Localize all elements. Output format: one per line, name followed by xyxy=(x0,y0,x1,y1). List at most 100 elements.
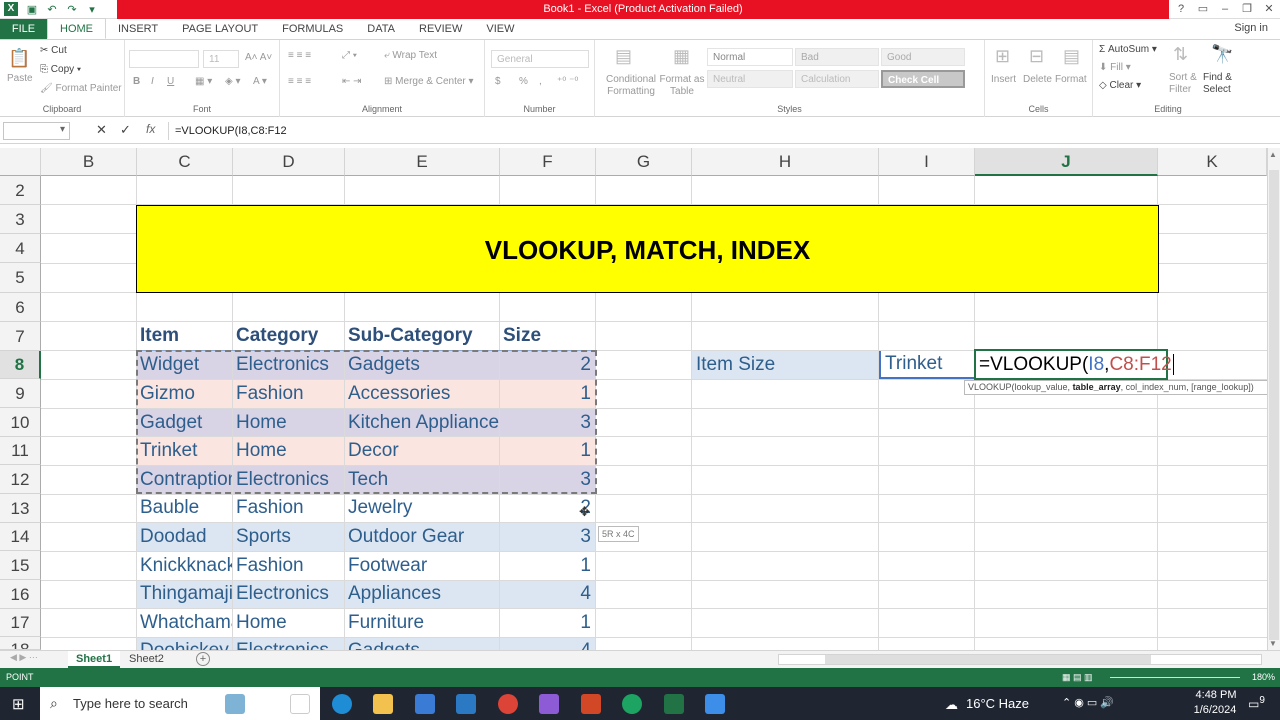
row-header-10[interactable]: 10 xyxy=(0,408,41,437)
scroll-down-icon[interactable]: ▼ xyxy=(1269,639,1277,648)
underline-button[interactable]: U xyxy=(167,76,174,87)
table-cell[interactable]: Electronics xyxy=(232,637,344,650)
row-header-11[interactable]: 11 xyxy=(0,437,41,465)
percent-button[interactable]: % xyxy=(519,76,528,87)
find-select-icon[interactable]: 🔭 xyxy=(1211,44,1233,65)
fill-button[interactable]: ⬇ Fill ▾ xyxy=(1099,62,1131,73)
new-sheet-icon[interactable]: + xyxy=(196,652,210,666)
redo-icon[interactable]: ↷ xyxy=(62,3,82,16)
vertical-scrollbar[interactable]: ▲ ▼ xyxy=(1267,148,1280,650)
insert-cells-button[interactable]: Insert xyxy=(991,74,1016,85)
table-cell[interactable]: Home xyxy=(232,609,344,637)
scroll-up-icon[interactable]: ▲ xyxy=(1269,150,1277,159)
tab-insert[interactable]: INSERT xyxy=(106,19,170,39)
file-explorer-icon[interactable] xyxy=(373,694,393,714)
row-header-6[interactable]: 6 xyxy=(0,293,41,322)
column-header-e[interactable]: E xyxy=(345,148,500,176)
store-icon[interactable] xyxy=(415,694,435,714)
row-header-15[interactable]: 15 xyxy=(0,551,41,580)
task-view-icon[interactable] xyxy=(290,694,310,714)
row-header-9[interactable]: 9 xyxy=(0,379,41,408)
paste-icon[interactable]: 📋 xyxy=(8,48,30,69)
header-category[interactable]: Category xyxy=(232,322,344,350)
formula-input[interactable]: =VLOOKUP(I8,C8:F12 xyxy=(168,122,1276,140)
row-header-13[interactable]: 13 xyxy=(0,494,41,523)
comma-button[interactable]: , xyxy=(539,76,542,87)
notification-icon[interactable]: ▭9 xyxy=(1248,695,1265,711)
font-name-select[interactable] xyxy=(129,50,199,68)
column-header-b[interactable]: B xyxy=(41,148,137,176)
weather-text[interactable]: 16°C Haze xyxy=(966,696,1029,711)
style-normal[interactable]: Normal xyxy=(707,48,793,66)
style-calculation[interactable]: Calculation xyxy=(795,70,879,88)
clock-time[interactable]: 4:48 PM xyxy=(1191,689,1241,701)
conditional-formatting-icon[interactable]: ▤ xyxy=(615,46,632,67)
undo-icon[interactable]: ↶ xyxy=(42,3,62,16)
sheet-nav-icon[interactable]: ◀ ▶ ⋯ xyxy=(10,652,38,663)
table-cell[interactable]: Doohickey xyxy=(136,637,232,650)
wrap-text-button[interactable]: ⤶ Wrap Text xyxy=(384,50,437,61)
format-cells-button[interactable]: Format xyxy=(1055,74,1087,85)
horizontal-scrollbar[interactable] xyxy=(778,654,1262,665)
align-left-icon[interactable]: ≡ ≡ ≡ xyxy=(288,76,311,87)
table-cell[interactable]: Whatchamacallit xyxy=(136,609,232,637)
column-header-i[interactable]: I xyxy=(879,148,975,176)
column-header-k[interactable]: K xyxy=(1158,148,1267,176)
sign-in-link[interactable]: Sign in xyxy=(1234,22,1268,34)
decimal-icon[interactable]: ⁺⁰ ⁻⁰ xyxy=(557,76,578,87)
delete-cells-button[interactable]: Delete xyxy=(1023,74,1052,85)
row-header-5[interactable]: 5 xyxy=(0,263,41,293)
excel-taskbar-icon[interactable] xyxy=(664,694,684,714)
copy-button[interactable]: ⎘ Copy ▾ xyxy=(40,64,81,75)
table-cell[interactable]: Furniture xyxy=(344,609,499,637)
powerpoint-icon[interactable] xyxy=(581,694,601,714)
row-header-18[interactable]: 18 xyxy=(0,637,41,650)
view-normal-icon[interactable]: ▦ ▤ ▥ xyxy=(1062,668,1093,687)
table-cell[interactable]: Gadgets xyxy=(344,637,499,650)
style-check-cell[interactable]: Check Cell xyxy=(881,70,965,88)
paste-button[interactable]: Paste xyxy=(7,73,33,84)
orientation-icon[interactable]: ⤢ ▾ xyxy=(342,50,357,61)
column-header-f[interactable]: F xyxy=(500,148,596,176)
table-cell[interactable]: Thingamajig xyxy=(136,580,232,608)
table-cell[interactable]: 4 xyxy=(499,637,595,650)
font-color-icon[interactable]: A ▾ xyxy=(253,76,267,87)
cut-button[interactable]: ✂ Cut xyxy=(40,45,67,56)
help-icon[interactable]: ? xyxy=(1170,0,1192,19)
header-sub-category[interactable]: Sub-Category xyxy=(344,322,499,350)
borders-icon[interactable]: ▦ ▾ xyxy=(195,76,212,87)
table-cell[interactable]: Footwear xyxy=(344,552,499,580)
table-cell[interactable]: Electronics xyxy=(232,580,344,608)
minimize-icon[interactable]: – xyxy=(1214,0,1236,19)
find-select-button[interactable]: Find & Select xyxy=(1203,72,1241,96)
sheet-tab-1[interactable]: Sheet1 xyxy=(68,651,121,668)
row-header-16[interactable]: 16 xyxy=(0,580,41,609)
table-cell[interactable]: Appliances xyxy=(344,580,499,608)
save-icon[interactable]: ▣ xyxy=(22,3,42,16)
conditional-formatting-button[interactable]: Conditional Formatting xyxy=(601,74,661,98)
zoom-level[interactable]: 180% xyxy=(1252,668,1275,687)
system-tray-icons[interactable]: ⌃ ◉ ▭ 🔊 xyxy=(1062,696,1114,709)
currency-button[interactable]: $ xyxy=(495,76,501,87)
restore-icon[interactable]: ❐ xyxy=(1236,0,1258,19)
table-cell[interactable]: Sports xyxy=(232,523,344,551)
autosum-button[interactable]: Σ AutoSum ▾ xyxy=(1099,44,1157,55)
table-cell[interactable]: 4 xyxy=(499,580,595,608)
scroll-thumb[interactable] xyxy=(1269,170,1279,640)
format-cells-icon[interactable]: ▤ xyxy=(1063,46,1080,67)
tab-view[interactable]: VIEW xyxy=(474,19,526,39)
row-header-3[interactable]: 3 xyxy=(0,205,41,234)
bold-button[interactable]: B xyxy=(133,76,140,87)
row-header-7[interactable]: 7 xyxy=(0,322,41,351)
italic-button[interactable]: I xyxy=(151,76,154,87)
number-format-select[interactable]: General xyxy=(491,50,589,68)
format-as-table-icon[interactable]: ▦ xyxy=(673,46,690,67)
merge-center-button[interactable]: ⊞ Merge & Center ▾ xyxy=(384,76,474,87)
tab-file[interactable]: FILE xyxy=(0,19,47,39)
row-header-4[interactable]: 4 xyxy=(0,234,41,263)
table-cell[interactable]: Fashion xyxy=(232,552,344,580)
table-cell[interactable]: 1 xyxy=(499,609,595,637)
delete-cells-icon[interactable]: ⊟ xyxy=(1029,46,1044,67)
weather-icon[interactable]: ☁ xyxy=(945,697,958,713)
tab-data[interactable]: DATA xyxy=(355,19,407,39)
